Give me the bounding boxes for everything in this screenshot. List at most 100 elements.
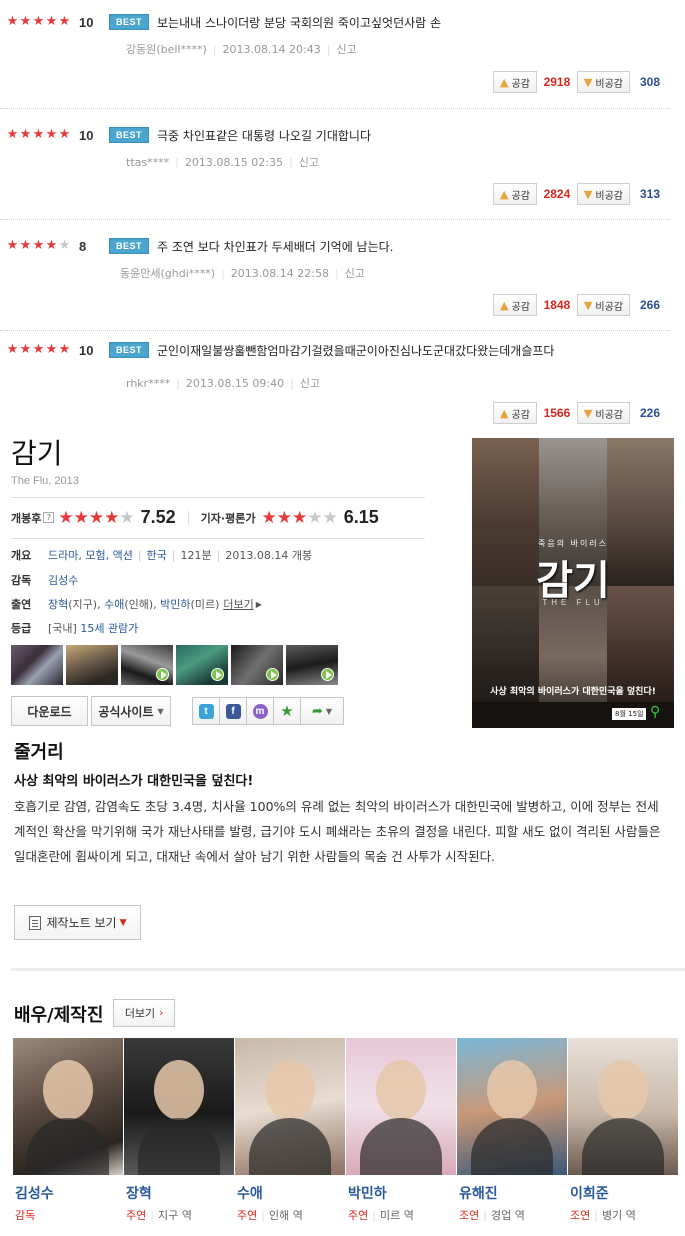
review-item: ★ ★ ★ ★ ★ 10 BEST 극중 차인표같은 대통령 나오길 기대합니다 ttas***… [0, 111, 670, 220]
dislike-button[interactable]: ▼ 비공감 [576, 294, 630, 316]
genre-link[interactable]: 드라마, 모험, 액션 [48, 547, 133, 563]
review-author[interactable]: ttas**** [126, 156, 169, 169]
dislike-count: 313 [639, 187, 661, 201]
favorite-button[interactable]: ★ [273, 697, 301, 725]
review-score: 8 [79, 238, 87, 254]
report-link[interactable]: 신고 [336, 43, 356, 56]
cast-link-2[interactable]: 수애 [104, 596, 124, 612]
crew-card[interactable]: 수애 주연 | 인해 역 [235, 1038, 346, 1223]
rating-info-row: 등급 [국내] 15세 관람가 [11, 620, 138, 636]
section-divider [11, 968, 685, 971]
chevron-down-icon: ▼ [157, 706, 164, 716]
like-count: 2824 [543, 187, 571, 201]
profile-photo[interactable] [235, 1038, 345, 1175]
crew-role: 주연 | 미르 역 [348, 1209, 414, 1222]
dislike-count: 308 [639, 75, 661, 89]
grade-link[interactable]: 15세 관람가 [80, 620, 138, 636]
profile-photo[interactable] [346, 1038, 456, 1175]
star-icon: ★ [261, 507, 277, 528]
chevron-down-icon: ▼ [119, 917, 127, 928]
crew-card[interactable]: 유해진 조연 | 경업 역 [457, 1038, 568, 1223]
crew-card[interactable]: 김성수 감독 [13, 1038, 124, 1223]
cast-link-3[interactable]: 박민하 [160, 596, 190, 612]
still-photo[interactable] [231, 645, 283, 685]
crew-name[interactable]: 장혁 [124, 1183, 235, 1203]
dislike-button[interactable]: ▼ 비공감 [576, 71, 630, 93]
crew-card[interactable]: 이희준 조연 | 병기 역 [568, 1038, 679, 1223]
crew-role: 주연 | 지구 역 [126, 1209, 192, 1222]
star-icon: ★ [276, 507, 292, 528]
report-link[interactable]: 신고 [299, 156, 319, 169]
review-date: 2013.08.15 09:40 [185, 377, 285, 390]
crew-name[interactable]: 유해진 [457, 1183, 568, 1203]
still-photo[interactable] [286, 645, 338, 685]
crew-name[interactable]: 수애 [235, 1183, 346, 1203]
star-icon: ★ [45, 342, 58, 357]
report-link[interactable]: 신고 [300, 377, 320, 390]
play-icon [211, 668, 224, 681]
country-link[interactable]: 한국 [147, 547, 167, 563]
action-buttons: 다운로드 공식사이트 ▼ t f m ★ ➦ ▼ [11, 696, 344, 726]
divider [11, 497, 425, 498]
still-photo[interactable] [121, 645, 173, 685]
dislike-button[interactable]: ▼ 비공감 [576, 402, 630, 424]
review-author[interactable]: 동윤만세(ghdi****) [120, 267, 215, 280]
like-button[interactable]: ▲ 공감 [493, 294, 537, 316]
like-button[interactable]: ▲ 공감 [493, 71, 537, 93]
twitter-button[interactable]: t [192, 697, 220, 725]
profile-photo[interactable] [124, 1038, 234, 1175]
star-icon: ★ [6, 127, 19, 142]
facebook-button[interactable]: f [219, 697, 247, 725]
director-link[interactable]: 김성수 [48, 572, 78, 588]
poster-date: 8월 15일 [612, 708, 647, 720]
zoom-icon[interactable]: ⚲ [650, 704, 660, 720]
facebook-icon: f [225, 703, 241, 719]
audience-stars: ★★★★★ [58, 509, 134, 527]
crew-title: 배우/제작진 [14, 1005, 104, 1026]
crew-name[interactable]: 이희준 [568, 1183, 679, 1203]
review-author[interactable]: rhkr**** [126, 377, 170, 390]
thumbs-up-icon: ▲ [500, 75, 509, 89]
cast-link-1[interactable]: 장혁 [48, 596, 68, 612]
dislike-count: 266 [639, 298, 661, 312]
star-icon: ★ [58, 342, 71, 357]
still-photo[interactable] [176, 645, 228, 685]
poster-copy: 사상 최악의 바이러스가 대한민국을 덮친다! [490, 687, 656, 697]
best-badge: BEST [109, 127, 150, 143]
crew-name[interactable]: 김성수 [13, 1183, 124, 1203]
cast-more-link[interactable]: 더보기 [223, 596, 253, 612]
profile-photo[interactable] [13, 1038, 123, 1175]
share-more-button[interactable]: ➦ ▼ [300, 697, 344, 725]
movie-title: 감기 [11, 437, 63, 470]
review-item: ★ ★ ★ ★ ★ 8 BEST 주 조연 보다 차인표가 두세배더 기억에 남는다. 동윤만세… [0, 222, 670, 331]
production-note-button[interactable]: 제작노트 보기 ▼ [14, 905, 141, 940]
like-button[interactable]: ▲ 공감 [493, 402, 537, 424]
still-photo[interactable] [66, 645, 118, 685]
synopsis-body: 호흡기로 감염, 감염속도 초당 3.4명, 치사율 100%의 유례 없는 최… [14, 799, 661, 864]
audience-score: 7.52 [140, 507, 176, 527]
movie-poster[interactable]: 죽음의 바이러스 감기 THE FLU 사상 최악의 바이러스가 대한민국을 덮… [472, 438, 674, 728]
official-site-button[interactable]: 공식사이트 ▼ [91, 696, 171, 726]
star-icon: ★ [6, 14, 19, 29]
crew-name[interactable]: 박민하 [346, 1183, 457, 1203]
overview-row: 개요 드라마, 모험, 액션 | 한국 | 121분 | 2013.08.14 … [11, 547, 313, 563]
star-icon: ★ [19, 127, 32, 142]
still-photo[interactable] [11, 645, 63, 685]
crew-more-button[interactable]: 더보기 › [113, 999, 175, 1027]
director-label: 감독 [11, 574, 32, 587]
me2day-button[interactable]: m [246, 697, 274, 725]
crew-card[interactable]: 박민하주연 | 미르 역 [346, 1038, 457, 1223]
profile-photo[interactable] [457, 1038, 567, 1175]
review-author[interactable]: 강동원(bell****) [126, 43, 207, 56]
star-icon: ★ [32, 342, 45, 357]
report-link[interactable]: 신고 [345, 267, 365, 280]
help-icon[interactable]: ? [43, 512, 55, 523]
profile-photo[interactable] [568, 1038, 678, 1175]
review-stars: ★ ★ ★ ★ ★ [6, 15, 71, 29]
review-stars: ★ ★ ★ ★ ★ [6, 239, 71, 253]
download-button[interactable]: 다운로드 [11, 696, 88, 726]
dislike-button[interactable]: ▼ 비공감 [576, 183, 630, 205]
crew-card[interactable]: 장혁주연 | 지구 역 [124, 1038, 235, 1223]
like-button[interactable]: ▲ 공감 [493, 183, 537, 205]
star-icon: ★ [45, 238, 58, 253]
